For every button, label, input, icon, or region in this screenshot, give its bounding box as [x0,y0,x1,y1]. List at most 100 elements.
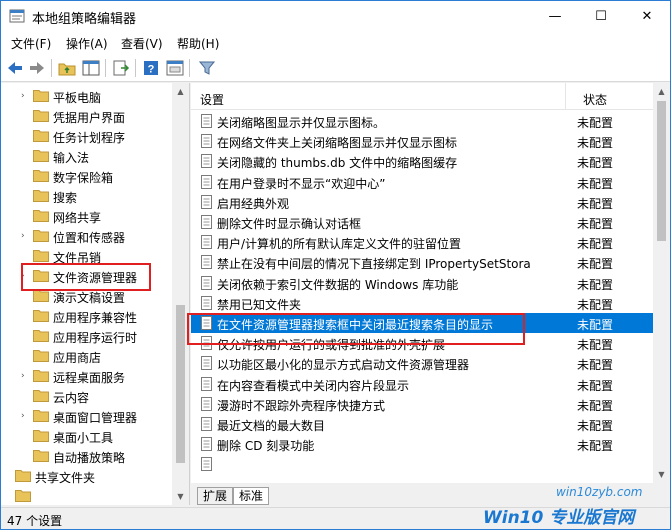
tree-item[interactable]: 任务计划程序 [1,126,176,146]
setting-name: 禁用已知文件夹 [217,297,302,312]
tree-item[interactable]: 搜索 [1,186,176,206]
table-row[interactable]: 删除文件时显示确认对话框 未配置 [191,212,653,232]
tree-item[interactable]: 桌面小工具 [1,426,176,446]
column-header-status[interactable]: 状态 [583,91,607,108]
menu-help[interactable]: 帮助(H) [177,35,219,52]
window-title: 本地组策略编辑器 [32,12,137,27]
tree-item[interactable]: 云内容 [1,386,176,406]
filter-button[interactable] [197,58,217,78]
scroll-down-arrow-icon[interactable]: ▼ [653,466,670,483]
tree-item-label: 云内容 [53,391,90,405]
table-row[interactable]: 在用户登录时不显示“欢迎中心” 未配置 [191,172,653,192]
table-row[interactable]: 在文件资源管理器搜索框中关闭最近搜索条目的显示 未配置 [191,313,653,333]
table-row[interactable]: 以功能区最小化的显示方式启动文件资源管理器 未配置 [191,353,653,373]
tree-item[interactable] [1,486,176,505]
chevron-right-icon[interactable]: › [21,91,29,101]
table-row[interactable]: 用户/计算机的所有默认库定义文件的驻留位置 未配置 [191,232,653,252]
chevron-right-icon[interactable]: › [21,371,29,381]
policy-setting-icon [201,134,212,149]
tree-item-label: 桌面窗口管理器 [53,411,138,425]
forward-button[interactable] [27,58,47,78]
minimize-button[interactable]: — [532,1,578,31]
table-row[interactable]: 最近文档的最大数目 未配置 [191,414,653,434]
show-hide-tree-button[interactable] [81,58,101,78]
tree-item-label: 搜索 [53,191,78,205]
tree-item[interactable]: › 平板电脑 [1,86,176,106]
tree-scrollbar[interactable]: ▲ ▼ [172,83,189,505]
tree-item-label: 输入法 [53,151,90,165]
policy-setting-icon [201,356,212,371]
table-row[interactable]: 启用经典外观 未配置 [191,192,653,212]
tree-item[interactable]: 应用商店 [1,346,176,366]
tree-item[interactable]: › 远程桌面服务 [1,366,176,386]
tree-item[interactable]: 共享文件夹 [1,466,176,486]
list-scrollbar[interactable]: ▲ ▼ [653,83,670,483]
table-row[interactable]: 关闭依赖于索引文件数据的 Windows 库功能 未配置 [191,273,653,293]
column-header-setting[interactable]: 设置 [200,91,224,108]
up-one-level-button[interactable] [57,58,77,78]
tree-item[interactable]: › 桌面窗口管理器 [1,406,176,426]
tree-item[interactable]: 应用程序运行时 [1,326,176,346]
tree-item-label: 任务计划程序 [53,131,126,145]
tree-item[interactable]: 数字保险箱 [1,166,176,186]
tree-item[interactable]: 输入法 [1,146,176,166]
table-row[interactable]: 禁止在没有中间层的情况下直接绑定到 IPropertySetStora 未配置 [191,252,653,272]
folder-icon [33,390,49,402]
help-button[interactable]: ? [141,58,161,78]
tree-item-label: 桌面小工具 [53,431,114,445]
tree-item-label: 演示文稿设置 [53,291,126,305]
menu-view[interactable]: 查看(V) [121,35,163,52]
column-divider[interactable] [565,83,566,110]
policy-setting-icon [201,316,212,330]
folder-icon [33,110,49,122]
settings-count: 47 个设置 [7,514,63,528]
table-row[interactable]: 漫游时不跟踪外壳程序快捷方式 未配置 [191,394,653,414]
tree-item[interactable]: › 位置和传感器 [1,226,176,246]
setting-status: 未配置 [577,297,614,312]
table-row[interactable]: 关闭隐藏的 thumbs.db 文件中的缩略图缓存 未配置 [191,151,653,171]
tree-item-label: 网络共享 [53,211,102,225]
setting-name: 仅允许按用户运行的或得到批准的外壳扩展 [217,338,446,353]
tree-item[interactable]: 网络共享 [1,206,176,226]
table-row[interactable]: 在网络文件夹上关闭缩略图显示并仅显示图标 未配置 [191,131,653,151]
scroll-up-arrow-icon[interactable]: ▲ [172,83,189,100]
chevron-right-icon[interactable]: › [21,271,29,281]
table-row[interactable]: 关闭缩略图显示并仅显示图标。 未配置 [191,111,653,131]
watermark-url: win10zyb.com [556,485,643,499]
tab-extended[interactable]: 扩展 [197,487,234,505]
back-button[interactable] [5,58,25,78]
export-list-button[interactable] [111,58,131,78]
tree-item[interactable]: 凭据用户界面 [1,106,176,126]
table-row[interactable]: 删除 CD 刻录功能 未配置 [191,434,653,454]
table-row[interactable]: 在内容查看模式中关闭内容片段显示 未配置 [191,374,653,394]
tree-item[interactable]: 应用程序兼容性 [1,306,176,326]
tree-item[interactable]: 自动播放策略 [1,446,176,466]
setting-name: 删除 CD 刻录功能 [217,439,315,454]
list-scroll-thumb[interactable] [657,101,666,241]
setting-status: 未配置 [577,257,614,272]
table-row[interactable]: 仅允许按用户运行的或得到批准的外壳扩展 未配置 [191,333,653,353]
scroll-down-arrow-icon[interactable]: ▼ [172,488,189,505]
setting-status: 未配置 [577,277,614,292]
toolbar-separator [105,59,106,77]
close-button[interactable]: ✕ [624,1,670,31]
folder-icon [33,190,49,202]
chevron-right-icon[interactable]: › [21,411,29,421]
properties-button[interactable] [165,58,185,78]
tree-item-label: 位置和传感器 [53,231,126,245]
scroll-up-arrow-icon[interactable]: ▲ [653,83,670,100]
table-row[interactable]: 禁用已知文件夹 未配置 [191,293,653,313]
table-row[interactable] [191,454,653,474]
maximize-button[interactable]: ☐ [578,1,624,31]
tree-scroll-thumb[interactable] [176,305,185,463]
chevron-right-icon[interactable]: › [21,231,29,241]
toolbar: ? [1,54,670,82]
menu-file[interactable]: 文件(F) [11,35,51,52]
tree-item[interactable]: › 文件资源管理器 [1,266,176,286]
tree-item[interactable]: 演示文稿设置 [1,286,176,306]
tree-item[interactable]: 文件吊销 [1,246,176,266]
menu-action[interactable]: 操作(A) [66,35,108,52]
tab-standard[interactable]: 标准 [233,487,270,505]
policy-setting-icon [201,154,212,169]
setting-status: 未配置 [577,318,614,332]
